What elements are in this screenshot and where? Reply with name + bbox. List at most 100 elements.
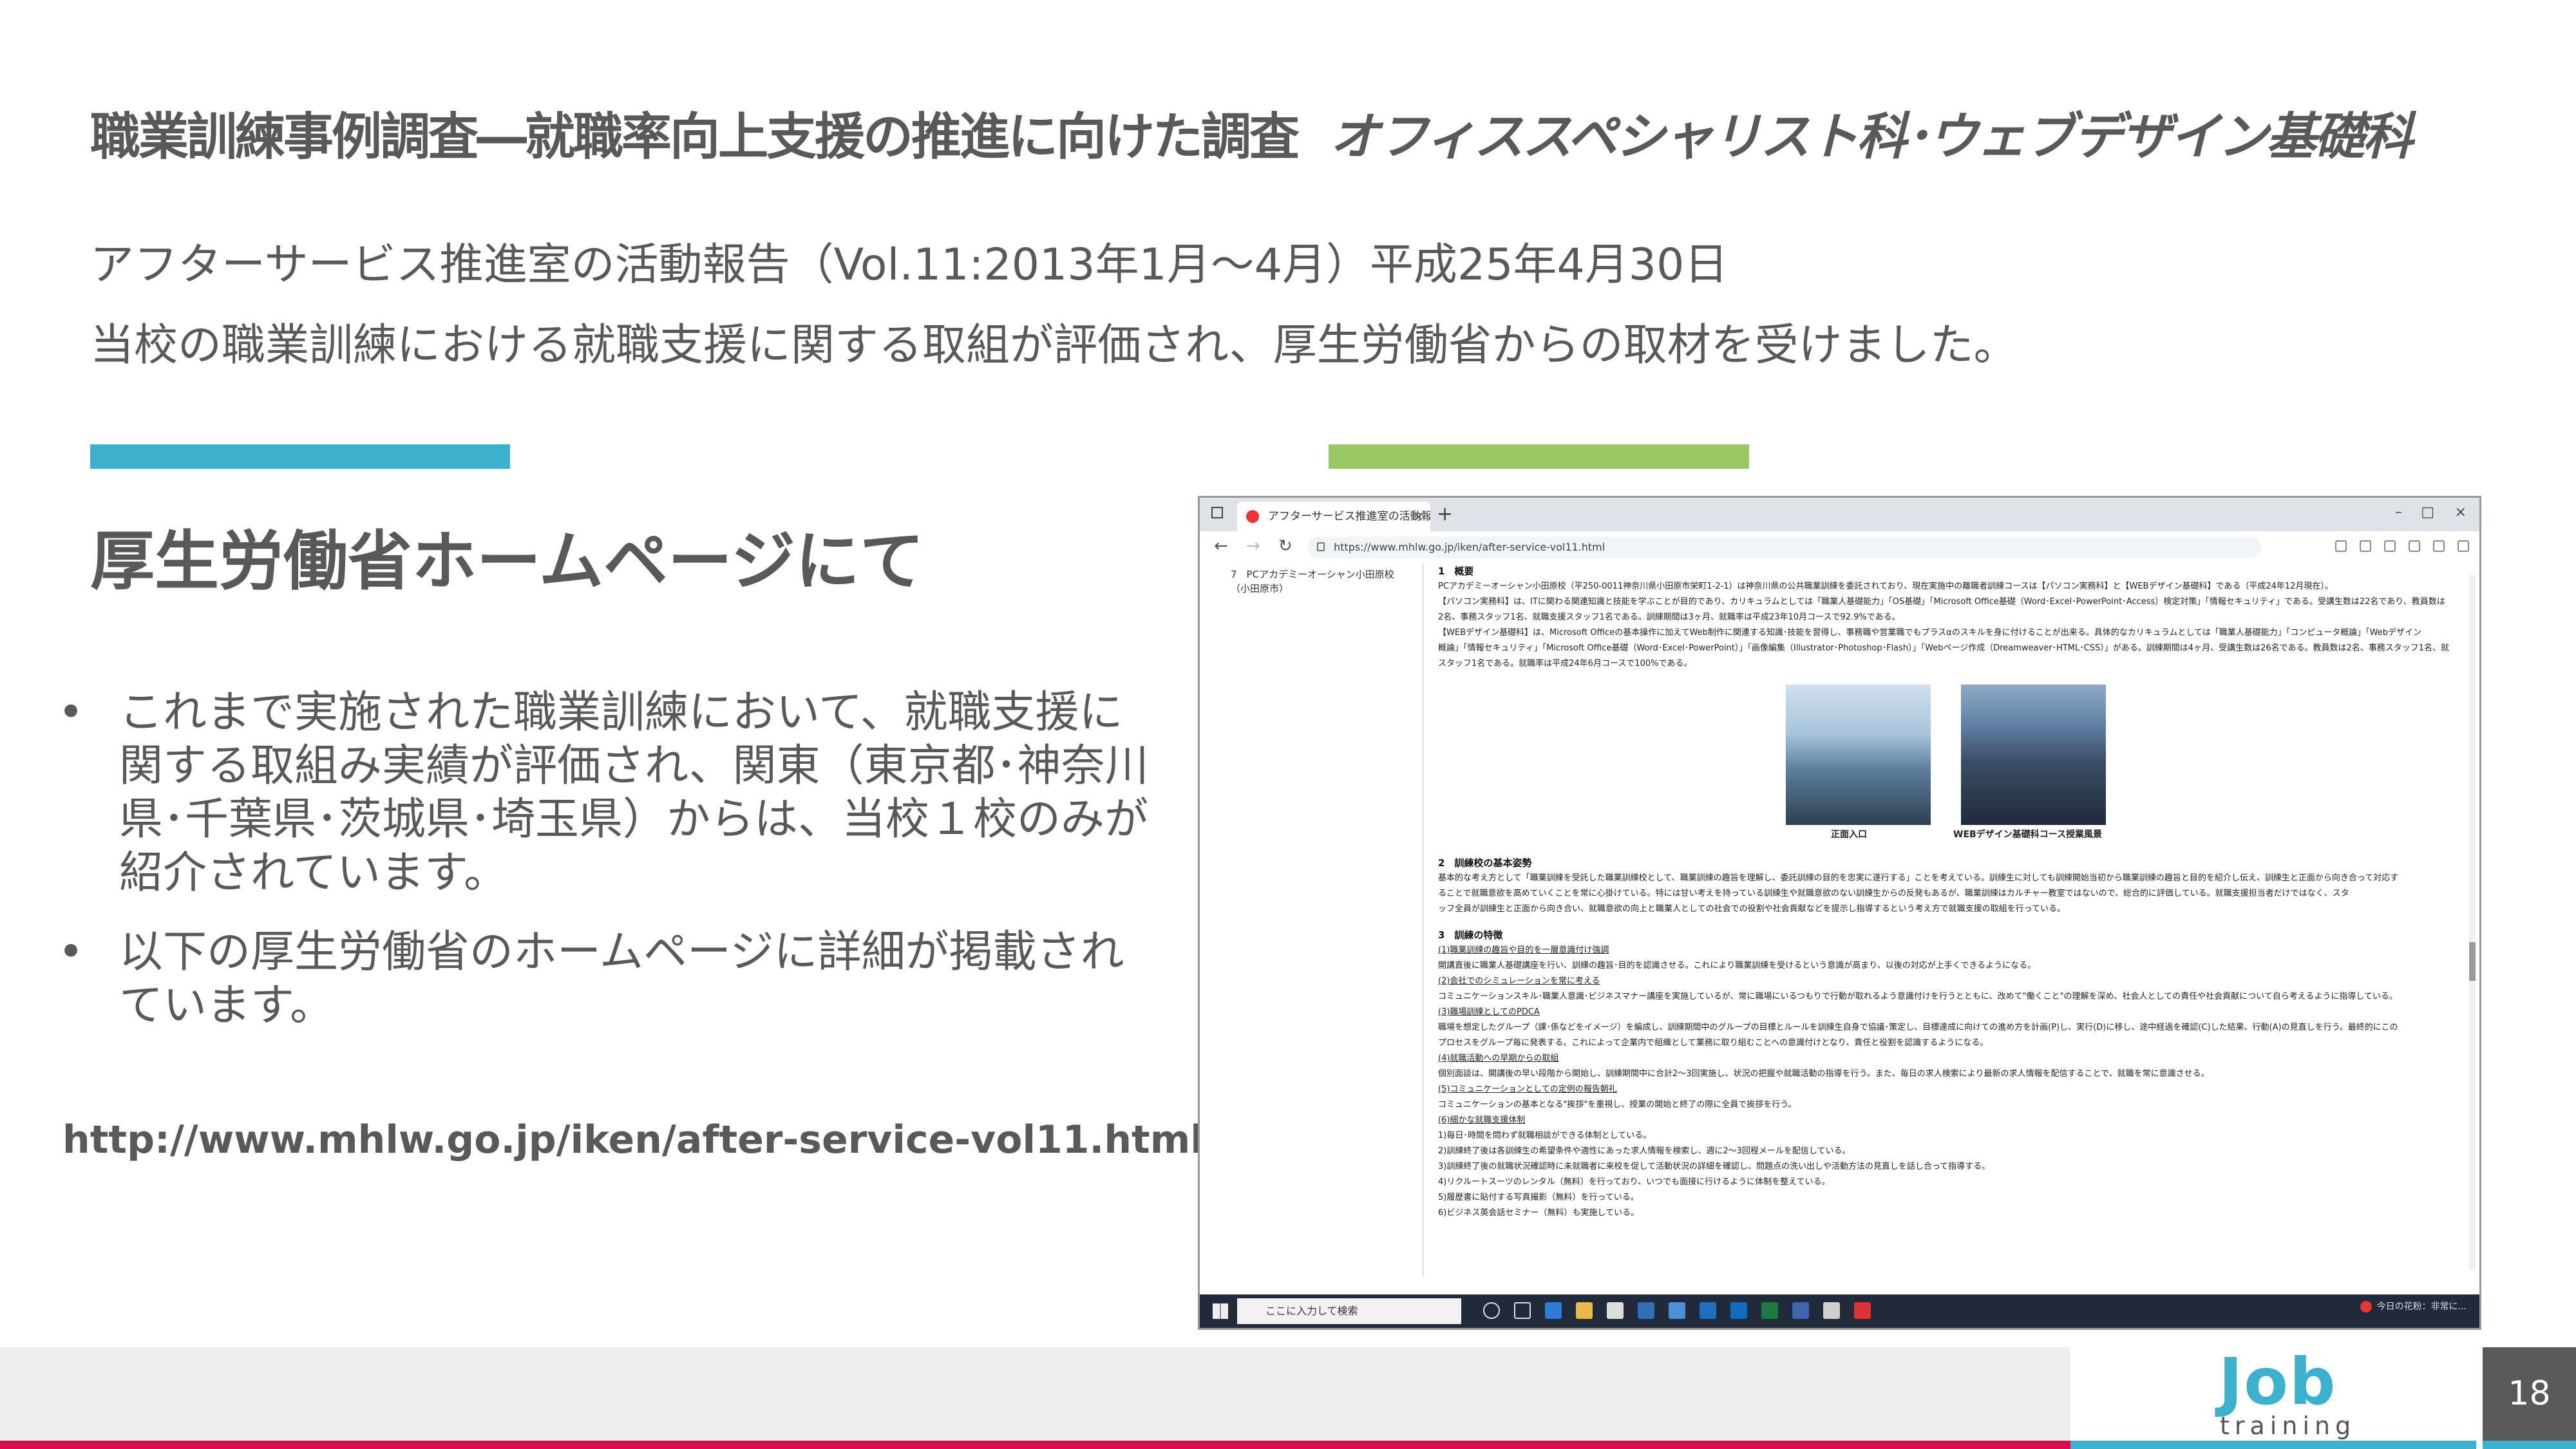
report-document: 1 概要 PCアカデミーオーシャン小田原校（平250-0011神奈川県小田原市栄… (1438, 564, 2449, 1221)
report-line: 5)履歴書に貼付する写真撮影（無料）を行っている。 (1438, 1193, 1639, 1202)
logo-training-text: training (2220, 1412, 2356, 1440)
report-line: コミュニケーションスキル･職業人意識･ビジネスマナー講座を実施しているが、常に職… (1438, 992, 2398, 1001)
report-subheading: (5)コミュニケーションとしての定例の報告朝礼 (1438, 1084, 1617, 1094)
outlook-icon[interactable] (1730, 1302, 1747, 1319)
section-title: 1 概要 (1438, 565, 1474, 577)
report-line: PCアカデミーオーシャン小田原校（平250-0011神奈川県小田原市栄町1-2-… (1438, 582, 2333, 591)
windows-start-icon[interactable] (1213, 1303, 1228, 1319)
report-line: ることで就職意欲を高めていくことを常に心掛けている。特には甘い考えを持っている訓… (1438, 889, 2349, 898)
title-main: 職業訓練事例調査―就職率向上支援の推進に向けた調査 (90, 108, 1300, 166)
minimize-button[interactable]: – (2395, 504, 2402, 520)
maximize-button[interactable]: □ (2421, 504, 2434, 520)
tab-title: アフターサービス推進室の活動報告 (1268, 510, 1430, 523)
slide-title: 職業訓練事例調査―就職率向上支援の推進に向けた調査 オフィススペシャリスト科･ウェ… (90, 97, 2413, 169)
photo-caption: WEBデザイン基礎科コース授業風景 (1953, 829, 2102, 840)
report-line: 2名、事務スタッフ1名、就職支援スタッフ1名である。訓練期間は3ヶ月、就職率は平… (1438, 612, 1900, 622)
report-line: 開講直後に職業人基礎講座を行い、訓練の趣旨･目的を認識させる。これにより職業訓練… (1438, 961, 2036, 971)
store-icon[interactable] (1607, 1302, 1624, 1319)
report-line: 概論」「情報セキュリティ」「Microsoft Office基礎（Word･Ex… (1438, 643, 2449, 653)
forward-button[interactable]: → (1246, 536, 1260, 556)
report-subheading: (1)職業訓練の趣旨や目的を一層意識付け強調 (1438, 945, 1609, 955)
report-line: ッフ全員が訓練生と正面から向き合い、就職意欲の向上と職業人としての社会での役割や… (1438, 904, 2065, 914)
report-line: 基本的な考え方として「職業訓練を受託した職業訓練校として、職業訓練の趣旨を理解し… (1438, 873, 2399, 883)
favorites-icon[interactable] (2360, 540, 2371, 552)
bullet-marker: • (58, 927, 84, 978)
mhlw-url-link[interactable]: http://www.mhlw.go.jp/iken/after-service… (62, 1117, 1204, 1162)
school-name: 7 PCアカデミーオーシャン小田原校 (1231, 569, 1394, 580)
report-subheading: (4)就職活動への早期からの取組 (1438, 1054, 1559, 1063)
tray-weather-text[interactable]: 今日の花粉：非常に... (2377, 1302, 2467, 1312)
profile-icon[interactable] (2433, 540, 2445, 552)
address-text: https://www.mhlw.go.jp/iken/after-servic… (1334, 541, 1605, 553)
school-list-column: 7 PCアカデミーオーシャン小田原校 （小田原市） (1231, 564, 1423, 1276)
job-training-logo: Job training (2070, 1344, 2476, 1449)
scrollbar-thumb[interactable] (2469, 942, 2476, 981)
logo-job-text: Job (2219, 1344, 2337, 1419)
browser-toolbar (2322, 540, 2469, 554)
edge-icon[interactable] (1545, 1302, 1562, 1319)
collections-icon[interactable] (2409, 540, 2420, 552)
report-line: コミュニケーションの基本となる"挨拶"を重視し、授業の開始と終了の際に全員で挨拶… (1438, 1100, 1797, 1110)
bullet-item: • これまで実施された職業訓練において、就職支援に関する取組み実績が評価され、関… (58, 686, 1166, 900)
intro-line-2: 当校の職業訓練における就職支援に関する取組が評価され、厚生労働省からの取材を受け… (90, 320, 2018, 371)
taskbar-search-box[interactable]: ここに入力して検索 (1237, 1298, 1461, 1324)
task-view-icon[interactable] (1514, 1302, 1531, 1319)
report-subheading: (6)細かな就職支援体制 (1438, 1115, 1526, 1125)
entrance-photo (1786, 685, 1931, 825)
bullet-text: これまで実施された職業訓練において、就職支援に関する取組み実績が評価され、関東（… (119, 687, 1149, 898)
photos-icon[interactable] (1823, 1302, 1840, 1319)
logo-underline (2070, 1441, 2476, 1449)
acrobat-icon[interactable] (1854, 1302, 1871, 1319)
reload-button[interactable]: ↻ (1278, 536, 1293, 556)
footer-band (0, 1347, 2070, 1441)
report-line: スタッフ1名である。就職率は平成24年6月コースで100%である。 (1438, 659, 1692, 668)
cortana-icon[interactable] (1483, 1302, 1500, 1319)
report-line: 1)毎日･時間を問わず就職相談ができる体制としている。 (1438, 1131, 1652, 1141)
ie-icon[interactable] (1700, 1302, 1716, 1319)
classroom-photo (1961, 685, 2106, 825)
report-subheading: (2)会社でのシミュレーションを常に考える (1438, 976, 1600, 986)
section-heading: 厚生労働省ホームページにて (90, 524, 924, 599)
browser-tab-bar: アフターサービス推進室の活動報告 × + – □ × (1200, 498, 2479, 531)
read-aloud-icon[interactable] (2335, 540, 2347, 552)
report-line: 【パソコン実務科】は、ITに関わる関連知識と技能を学ぶことが目的であり、カリキュ… (1438, 597, 2445, 607)
bullet-text: 以下の厚生労働省のホームページに詳細が掲載されています。 (119, 927, 1124, 1031)
lock-icon (1317, 542, 1325, 551)
report-line: 4)リクルートスーツのレンタル（無料）を行っており、いつでも面接に行けるように体… (1438, 1177, 1830, 1187)
browser-screenshot: アフターサービス推進室の活動報告 × + – □ × ← → ↻ https:/… (1198, 496, 2481, 1330)
word-icon[interactable] (1669, 1302, 1685, 1319)
page-content: 7 PCアカデミーオーシャン小田原校 （小田原市） 1 概要 PCアカデミーオー… (1200, 564, 2479, 1288)
school-city: （小田原市） (1231, 583, 1289, 594)
close-window-button[interactable]: × (2455, 504, 2467, 520)
favicon-icon (1246, 510, 1259, 523)
report-line: 3)訓練終了後の就職状況確認時に未就職者に来校を促して活動状況の詳細を確認し、問… (1438, 1162, 1991, 1171)
mail-icon[interactable] (1638, 1302, 1654, 1319)
intro-line-1: アフターサービス推進室の活動報告（Vol.11:2013年1月～4月）平成25年… (90, 240, 1728, 290)
back-button[interactable]: ← (1214, 536, 1228, 556)
photo-row: 正面入口 WEBデザイン基礎科コース授業風景 (1438, 685, 2449, 849)
section-title: 2 訓練校の基本姿勢 (1438, 857, 1532, 869)
report-line: 個別面談は、開講後の早い段階から開始し、訓練期間中に合計2～3回実施し、状況の把… (1438, 1069, 2210, 1079)
windows-taskbar: ここに入力して検索 今日の花粉：非常に... (1200, 1294, 2479, 1328)
new-tab-button[interactable]: + (1437, 503, 1453, 526)
browser-tab[interactable]: アフターサービス推進室の活動報告 × (1237, 502, 1430, 531)
page-scrollbar[interactable] (2469, 575, 2476, 1271)
browser-nav-bar: ← → ↻ https://www.mhlw.go.jp/iken/after-… (1200, 531, 2479, 564)
tab-close-icon[interactable]: × (1413, 502, 1424, 531)
accent-bar-blue (90, 444, 510, 469)
address-bar[interactable]: https://www.mhlw.go.jp/iken/after-servic… (1308, 536, 2261, 558)
menu-icon[interactable] (2458, 540, 2469, 552)
onedrive-icon[interactable] (1792, 1302, 1809, 1319)
report-line: 【WEBデザイン基礎科】は、Microsoft Officeの基本操作に加えてW… (1438, 628, 2422, 638)
tab-actions-icon[interactable] (1211, 507, 1223, 518)
excel-icon[interactable] (1761, 1302, 1778, 1319)
section-title: 3 訓練の特徴 (1438, 929, 1503, 941)
file-explorer-icon[interactable] (1576, 1302, 1593, 1319)
bullet-list: • これまで実施された職業訓練において、就職支援に関する取組み実績が評価され、関… (58, 686, 1166, 1058)
report-line: 2)訓練終了後は各訓練生の希望条件や適性にあった求人情報を検索し、週に2～3回程… (1438, 1146, 1851, 1156)
accent-bar-green (1329, 444, 1749, 469)
extensions-icon[interactable] (2384, 540, 2396, 552)
bullet-marker: • (58, 687, 84, 738)
system-tray: 今日の花粉：非常に... (2360, 1300, 2467, 1312)
report-line: プロセスをグループ毎に発表する。これによって企業内で組織として業務に取り組むこと… (1438, 1038, 1989, 1048)
